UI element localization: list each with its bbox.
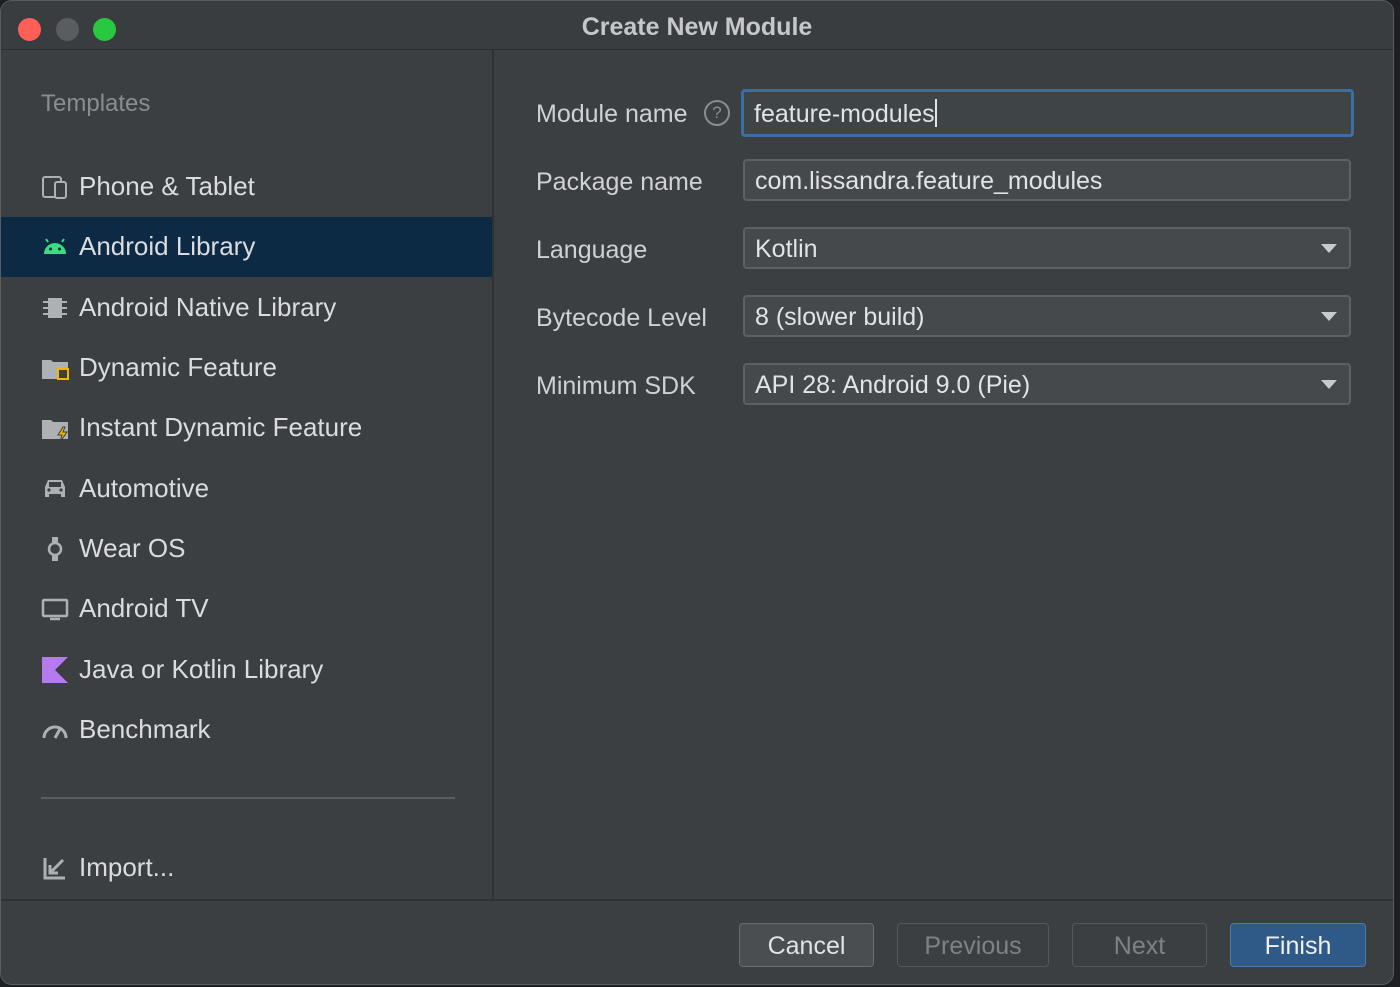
import-label: Import... bbox=[79, 852, 175, 882]
import-button[interactable]: Import... bbox=[1, 838, 492, 898]
minimum-sdk-dropdown[interactable]: API 28: Android 9.0 (Pie) bbox=[743, 363, 1351, 405]
template-label: Phone & Tablet bbox=[79, 171, 255, 201]
templates-sidebar: Templates Phone & Tablet Android Library bbox=[1, 50, 494, 899]
chip-icon bbox=[43, 298, 67, 318]
template-label: Android Library bbox=[79, 231, 256, 261]
template-label: Java or Kotlin Library bbox=[79, 654, 324, 684]
template-java-kotlin-library[interactable]: Java or Kotlin Library bbox=[1, 640, 492, 700]
gauge-icon bbox=[42, 725, 68, 739]
language-dropdown[interactable]: Kotlin bbox=[743, 227, 1351, 269]
folder-module-icon bbox=[42, 360, 69, 380]
folder-instant-icon bbox=[42, 420, 68, 442]
template-label: Dynamic Feature bbox=[79, 352, 277, 382]
template-label: Android TV bbox=[79, 593, 209, 623]
language-value: Kotlin bbox=[755, 235, 818, 263]
finish-button[interactable]: Finish bbox=[1230, 923, 1366, 967]
help-icon[interactable]: ? bbox=[704, 100, 730, 126]
template-label: Automotive bbox=[79, 473, 210, 503]
template-android-tv[interactable]: Android TV bbox=[1, 579, 492, 639]
bytecode-level-label: Bytecode Level bbox=[536, 304, 707, 332]
template-phone-tablet[interactable]: Phone & Tablet bbox=[1, 157, 492, 217]
car-icon bbox=[45, 480, 65, 497]
template-label: Android Native Library bbox=[79, 292, 337, 322]
android-icon bbox=[44, 238, 66, 254]
template-automotive[interactable]: Automotive bbox=[1, 459, 492, 519]
template-label: Wear OS bbox=[79, 533, 186, 563]
chevron-down-icon bbox=[1321, 380, 1337, 389]
template-wear-os[interactable]: Wear OS bbox=[1, 519, 492, 579]
module-name-input[interactable]: feature-modules bbox=[741, 89, 1354, 137]
module-config-form: Module name ? feature-modules Package na… bbox=[494, 50, 1393, 899]
template-label: Benchmark bbox=[79, 714, 211, 744]
minimum-sdk-label: Minimum SDK bbox=[536, 372, 696, 400]
template-dynamic-feature[interactable]: Dynamic Feature bbox=[1, 338, 492, 398]
template-android-native-library[interactable]: Android Native Library bbox=[1, 278, 492, 338]
language-label: Language bbox=[536, 236, 648, 264]
text-caret bbox=[934, 99, 937, 127]
phone-tablet-icon bbox=[42, 176, 67, 199]
background-edge bbox=[1394, 0, 1400, 987]
package-name-input[interactable]: com.lissandra.feature_modules bbox=[743, 159, 1351, 201]
bytecode-level-dropdown[interactable]: 8 (slower build) bbox=[743, 295, 1351, 337]
watch-icon bbox=[47, 537, 63, 561]
window-title: Create New Module bbox=[581, 13, 813, 41]
import-icon bbox=[43, 858, 65, 880]
next-button[interactable]: Next bbox=[1072, 923, 1207, 967]
bytecode-level-value: 8 (slower build) bbox=[755, 303, 925, 331]
kotlin-icon bbox=[42, 657, 68, 683]
sidebar-divider bbox=[41, 797, 455, 799]
chevron-down-icon bbox=[1321, 312, 1337, 321]
template-label: Instant Dynamic Feature bbox=[79, 412, 363, 442]
previous-button[interactable]: Previous bbox=[897, 923, 1049, 967]
tv-icon bbox=[41, 598, 69, 621]
chevron-down-icon bbox=[1321, 244, 1337, 253]
title-bar: Create New Module bbox=[1, 1, 1393, 50]
templates-heading: Templates bbox=[41, 90, 151, 117]
template-instant-dynamic-feature[interactable]: Instant Dynamic Feature bbox=[1, 398, 492, 458]
create-module-dialog: Create New Module Templates Phone & Tabl… bbox=[0, 0, 1394, 985]
dialog-footer: Cancel Previous Next Finish bbox=[1, 899, 1393, 984]
package-name-value: com.lissandra.feature_modules bbox=[755, 167, 1103, 195]
module-name-value: feature-modules bbox=[754, 100, 935, 128]
template-android-library[interactable]: Android Library bbox=[1, 217, 492, 277]
module-name-label: Module name bbox=[536, 100, 688, 128]
minimum-sdk-value: API 28: Android 9.0 (Pie) bbox=[755, 371, 1031, 399]
cancel-button[interactable]: Cancel bbox=[739, 923, 874, 967]
package-name-label: Package name bbox=[536, 168, 703, 196]
template-benchmark[interactable]: Benchmark bbox=[1, 700, 492, 760]
